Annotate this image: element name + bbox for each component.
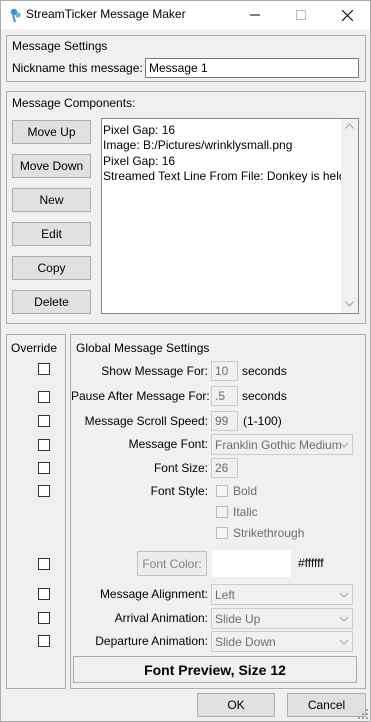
scroll-speed-range: (1-100) [243, 414, 282, 428]
list-item[interactable]: Pixel Gap: 16 [102, 123, 175, 137]
message-maker-window: StreamTicker Message Maker Message Setti… [0, 0, 371, 722]
alignment-select[interactable]: Left [211, 584, 353, 605]
font-select[interactable]: Franklin Gothic Medium [211, 434, 353, 455]
override-show-for-checkbox[interactable] [38, 363, 50, 375]
move-up-button[interactable]: Move Up [12, 120, 91, 144]
departure-select[interactable]: Slide Down [211, 631, 353, 652]
departure-label: Departure Animation: [95, 634, 208, 648]
ok-button[interactable]: OK [197, 693, 275, 717]
message-settings-title: Message Settings [12, 39, 108, 53]
arrival-label: Arrival Animation: [114, 611, 208, 625]
arrival-select[interactable]: Slide Up [211, 608, 353, 629]
pause-unit: seconds [242, 389, 287, 403]
delete-button[interactable]: Delete [12, 290, 91, 314]
message-components-title: Message Components: [12, 96, 136, 110]
alignment-label: Message Alignment: [99, 587, 208, 601]
font-color-swatch [212, 550, 291, 577]
chevron-down-icon [339, 442, 349, 448]
strikethrough-label: Strikethrough [233, 526, 305, 540]
override-font-style-checkbox[interactable] [38, 485, 50, 497]
list-item[interactable]: Image: B:/Pictures/wrinklysmall.png [102, 138, 292, 152]
italic-label: Italic [233, 505, 258, 519]
minimize-icon [250, 14, 260, 16]
move-down-button[interactable]: Move Down [12, 154, 91, 178]
scroll-down-icon[interactable] [345, 301, 354, 307]
minimize-button[interactable] [232, 1, 278, 29]
components-list[interactable]: Pixel Gap: 16 Image: B:/Pictures/wrinkly… [101, 118, 359, 314]
italic-checkbox[interactable] [216, 506, 228, 518]
maximize-icon [296, 10, 306, 20]
override-departure-checkbox[interactable] [38, 635, 50, 647]
bold-label: Bold [233, 484, 258, 498]
nickname-label: Nickname this message: [12, 61, 143, 75]
global-settings-group: Global Message Settings Show Message For… [70, 334, 366, 689]
override-font-checkbox[interactable] [38, 439, 50, 451]
message-components-group: Message Components: Move Up Move Down Ne… [6, 91, 366, 324]
new-button[interactable]: New [12, 188, 91, 212]
chevron-down-icon [339, 616, 349, 622]
font-color-button[interactable]: Font Color: [137, 551, 207, 576]
override-group: Override [6, 334, 66, 689]
scroll-up-icon[interactable] [345, 123, 354, 129]
scroll-speed-input[interactable]: 99 [211, 411, 238, 431]
override-title: Override [11, 341, 58, 355]
strikethrough-checkbox[interactable] [216, 527, 228, 539]
edit-button[interactable]: Edit [12, 222, 91, 246]
resize-grip-icon[interactable] [358, 709, 368, 719]
chevron-down-icon [339, 639, 349, 645]
show-for-input[interactable]: 10 [211, 361, 238, 381]
scroll-speed-label: Message Scroll Speed: [84, 414, 208, 428]
override-pause-checkbox[interactable] [38, 391, 50, 403]
list-item[interactable]: Pixel Gap: 16 [102, 154, 175, 168]
copy-button[interactable]: Copy [12, 256, 91, 280]
maximize-button[interactable] [278, 1, 324, 29]
app-icon [10, 8, 21, 23]
override-arrival-checkbox[interactable] [38, 612, 50, 624]
override-font-color-checkbox[interactable] [38, 558, 50, 570]
list-item[interactable]: Streamed Text Line From File: Donkey is … [102, 169, 356, 183]
override-scroll-speed-checkbox[interactable] [38, 415, 50, 427]
close-icon [341, 9, 353, 21]
window-title: StreamTicker Message Maker [26, 7, 186, 21]
list-scrollbar[interactable] [341, 119, 358, 313]
title-bar[interactable]: StreamTicker Message Maker [1, 1, 370, 29]
font-style-label: Font Style: [150, 484, 208, 498]
font-size-label: Font Size: [153, 461, 208, 475]
font-color-value: #ffffff [298, 556, 324, 570]
close-button[interactable] [324, 1, 370, 29]
font-label: Message Font: [128, 437, 208, 451]
font-size-input[interactable]: 26 [211, 458, 238, 478]
global-settings-title: Global Message Settings [76, 341, 210, 355]
pause-label: Pause After Message For: [71, 389, 210, 403]
pause-input[interactable]: .5 [211, 386, 238, 406]
message-settings-group: Message Settings Nickname this message: … [6, 35, 366, 82]
bold-checkbox[interactable] [216, 485, 228, 497]
font-preview: Font Preview, Size 12 [73, 656, 357, 683]
show-for-label: Show Message For: [101, 364, 208, 378]
override-alignment-checkbox[interactable] [38, 588, 50, 600]
show-for-unit: seconds [242, 364, 287, 378]
chevron-down-icon [339, 592, 349, 598]
override-font-size-checkbox[interactable] [38, 462, 50, 474]
cancel-button[interactable]: Cancel [287, 693, 366, 717]
nickname-input[interactable]: Message 1 [145, 58, 359, 78]
